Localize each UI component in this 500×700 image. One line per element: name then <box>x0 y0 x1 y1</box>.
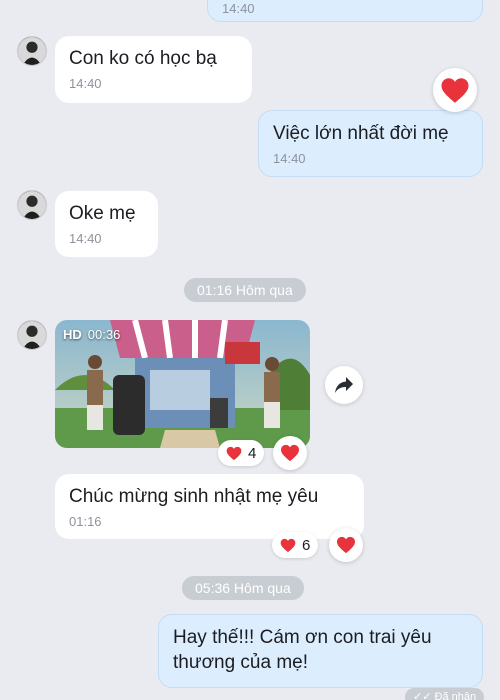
reaction-heart-button[interactable] <box>329 528 363 562</box>
contact-avatar[interactable] <box>17 36 47 66</box>
heart-icon <box>281 444 299 462</box>
double-check-icon: ✓✓ <box>413 691 432 700</box>
reaction-summary[interactable]: 4 <box>218 440 265 466</box>
video-message[interactable]: HD 00:36 <box>55 320 310 448</box>
message-text: Hay thế!!! Cám ơn con trai yêu thương củ… <box>173 627 432 673</box>
reaction-summary[interactable]: 6 <box>272 532 319 558</box>
message-time: 14:40 <box>69 231 102 246</box>
forward-button[interactable] <box>325 366 363 404</box>
message-bubble-incoming[interactable]: Oke mẹ 14:40 <box>55 191 158 257</box>
reaction-heart-button[interactable] <box>433 68 477 112</box>
message-text: Chúc mừng sinh nhật mẹ yêu <box>69 486 319 507</box>
contact-avatar[interactable] <box>17 320 47 350</box>
message-time: 14:40 <box>69 76 102 91</box>
date-separator: 05:36 Hôm qua <box>182 576 304 600</box>
message-time: 14:40 <box>222 1 255 16</box>
heart-icon <box>280 538 296 552</box>
contact-avatar[interactable] <box>17 190 47 220</box>
date-separator: 01:16 Hôm qua <box>184 278 306 302</box>
message-text: Con ko có học bạ <box>69 48 217 69</box>
heart-icon <box>226 446 242 460</box>
message-bubble-outgoing[interactable]: Việc lớn nhất đời mẹ 14:40 <box>258 110 483 177</box>
message-text: Oke mẹ <box>69 203 136 224</box>
message-time: 01:16 <box>69 514 102 529</box>
message-bubble-outgoing[interactable]: 14:40 <box>207 0 483 22</box>
heart-icon <box>441 77 469 103</box>
video-quality-label: HD <box>63 327 82 342</box>
message-bubble-outgoing[interactable]: Hay thế!!! Cám ơn con trai yêu thương củ… <box>158 614 483 688</box>
message-text: Việc lớn nhất đời mẹ <box>273 123 449 144</box>
chat-thread[interactable]: 14:40 Con ko có học bạ 14:40 Việc lớn nh… <box>0 0 500 700</box>
reaction-count: 6 <box>302 536 311 554</box>
video-badge: HD 00:36 <box>63 327 120 342</box>
message-bubble-incoming[interactable]: Chúc mừng sinh nhật mẹ yêu 01:16 <box>55 474 364 539</box>
delivery-status: ✓✓ Đã nhận <box>405 688 485 700</box>
share-arrow-icon <box>335 377 353 393</box>
video-duration: 00:36 <box>87 327 121 342</box>
reaction-count: 4 <box>248 444 257 462</box>
reaction-heart-button[interactable] <box>273 436 307 470</box>
heart-icon <box>337 536 355 554</box>
message-bubble-incoming[interactable]: Con ko có học bạ 14:40 <box>55 36 252 103</box>
delivery-status-label: Đã nhận <box>434 691 477 700</box>
message-time: 14:40 <box>273 151 306 166</box>
